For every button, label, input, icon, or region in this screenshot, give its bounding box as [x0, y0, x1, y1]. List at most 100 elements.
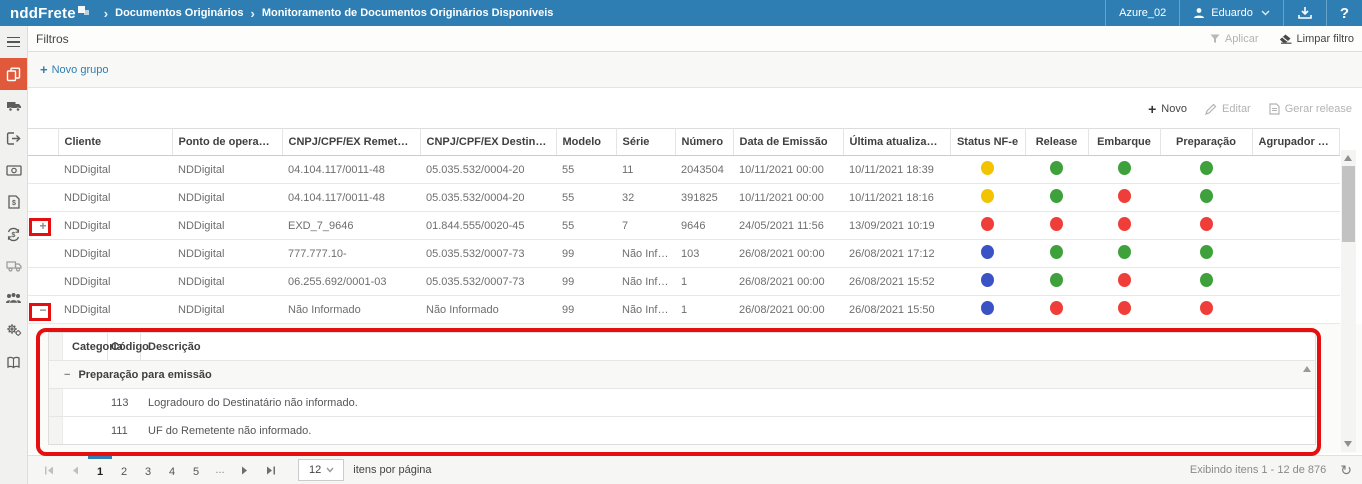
column-header-ponto[interactable]: Ponto de operação	[172, 129, 282, 156]
detail-row[interactable]: 113 Logradouro do Destinatário não infor…	[49, 389, 1315, 417]
user-menu[interactable]: Eduardo	[1179, 0, 1283, 26]
column-header-numero[interactable]: Número	[675, 129, 733, 156]
documents-table: Cliente Ponto de operação CNPJ/CPF/EX Re…	[28, 128, 1340, 324]
embarque-dot	[1118, 217, 1131, 231]
page-button-2[interactable]: 2	[112, 456, 136, 484]
detail-header-row: Categoria Código Descrição	[49, 333, 1315, 361]
table-row[interactable]: NDDigitalNDDigital 777.777.10-05.035.532…	[28, 240, 1340, 268]
download-button[interactable]	[1283, 0, 1326, 26]
sidebar-item-payments[interactable]	[0, 154, 27, 186]
release-dot	[1050, 273, 1063, 287]
first-page-icon	[44, 466, 54, 475]
pagination-bar: 1 2 3 4 5 ... 12 itens	[28, 455, 1362, 484]
column-header-status-nfe[interactable]: Status NF-e	[950, 129, 1025, 156]
apply-filter-button[interactable]: Aplicar	[1210, 33, 1259, 45]
app-logo[interactable]: nddFrete	[0, 5, 104, 22]
table-row[interactable]: NDDigitalNDDigital 04.104.117/0011-4805.…	[28, 156, 1340, 184]
table-row-expanded[interactable]: − NDDigitalNDDigital Não InformadoNão In…	[28, 296, 1340, 324]
column-header-atualizacao[interactable]: Última atualização↓	[843, 129, 950, 156]
table-row[interactable]: NDDigitalNDDigital 06.255.692/0001-0305.…	[28, 268, 1340, 296]
next-page-button[interactable]	[232, 456, 258, 484]
truck-icon	[6, 100, 22, 112]
delivery-truck-icon	[6, 260, 22, 272]
release-dot	[1050, 301, 1063, 315]
detail-group-row[interactable]: − Preparação para emissão	[49, 361, 1315, 389]
expand-column-header	[28, 129, 58, 156]
prev-page-icon	[71, 466, 79, 475]
new-record-button[interactable]: + Novo	[1148, 101, 1187, 117]
release-dot	[1050, 217, 1063, 231]
chevron-down-icon	[323, 466, 337, 474]
generate-release-button[interactable]: Gerar release	[1269, 103, 1352, 115]
detail-table: Categoria Código Descrição − Preparação …	[48, 332, 1316, 445]
column-header-serie[interactable]: Série	[616, 129, 675, 156]
detail-row[interactable]: 111 UF do Remetente não informado.	[49, 417, 1315, 445]
user-icon	[1193, 7, 1205, 19]
plus-icon: +	[1148, 101, 1156, 117]
status-nfe-dot	[981, 161, 994, 175]
page-button-3[interactable]: 3	[136, 456, 160, 484]
sidebar-item-export[interactable]	[0, 122, 27, 154]
sidebar-item-freight[interactable]	[0, 90, 27, 122]
user-name: Eduardo	[1211, 7, 1253, 19]
clear-filter-button[interactable]: Limpar filtro	[1279, 33, 1354, 45]
pencil-icon	[1205, 103, 1217, 115]
page-size-select[interactable]: 12	[298, 459, 344, 481]
sidebar-item-delivery[interactable]	[0, 250, 27, 282]
last-page-icon	[266, 466, 276, 475]
row-expand-button[interactable]: +	[39, 219, 46, 233]
scroll-up-arrow-icon[interactable]	[1344, 155, 1352, 161]
column-header-emissao[interactable]: Data de Emissão	[733, 129, 843, 156]
page-ellipsis: ...	[208, 464, 232, 476]
table-row[interactable]: + NDDigitalNDDigital EXD_7_964601.844.55…	[28, 212, 1340, 240]
document-icon	[1269, 103, 1280, 115]
sidebar-menu-toggle[interactable]	[0, 26, 27, 58]
refresh-icon[interactable]: ↻	[1340, 462, 1352, 479]
table-row[interactable]: NDDigitalNDDigital 04.104.117/0011-4805.…	[28, 184, 1340, 212]
page-button-1[interactable]: 1	[88, 456, 112, 484]
first-page-button[interactable]	[36, 456, 62, 484]
new-group-button[interactable]: + Novo grupo	[40, 62, 108, 77]
sidebar-item-users[interactable]	[0, 282, 27, 314]
sidebar-item-financial-exchange[interactable]: $	[0, 218, 27, 250]
detail-group-label: Preparação para emissão	[78, 369, 211, 381]
row-collapse-button[interactable]: −	[39, 303, 46, 317]
column-header-embarque[interactable]: Embarque	[1088, 129, 1160, 156]
sidebar-item-settings[interactable]	[0, 314, 27, 346]
prev-page-button[interactable]	[62, 456, 88, 484]
column-header-cliente[interactable]: Cliente	[58, 129, 172, 156]
column-header-destinatario[interactable]: CNPJ/CPF/EX Destinatário	[420, 129, 556, 156]
detail-column-codigo: Código	[108, 333, 141, 360]
menu-icon	[7, 37, 20, 48]
page-button-4[interactable]: 4	[160, 456, 184, 484]
embarque-dot	[1118, 301, 1131, 315]
detail-codigo: 111	[108, 417, 141, 444]
app-window: nddFrete › Documentos Originários › Moni…	[0, 0, 1362, 484]
column-header-modelo[interactable]: Modelo	[556, 129, 616, 156]
scrollbar-thumb[interactable]	[1342, 166, 1355, 242]
breadcrumb-item-documentos[interactable]: Documentos Originários	[115, 7, 243, 19]
embarque-dot	[1118, 273, 1131, 287]
invoice-dollar-icon: $	[8, 195, 20, 209]
last-page-button[interactable]	[258, 456, 284, 484]
filters-bar: Filtros Aplicar Limpar filtro	[28, 26, 1362, 52]
sidebar-item-documents[interactable]	[0, 58, 27, 90]
column-header-agrupador[interactable]: Agrupador cliente	[1252, 129, 1340, 156]
collapse-group-icon[interactable]: −	[64, 369, 70, 381]
preparacao-dot	[1200, 245, 1213, 259]
sidebar-item-logbook[interactable]	[0, 346, 27, 378]
svg-text:$: $	[12, 232, 16, 239]
sidebar-item-billing[interactable]: $	[0, 186, 27, 218]
next-page-icon	[241, 466, 249, 475]
help-button[interactable]: ?	[1326, 0, 1362, 26]
detail-scroll-up-icon[interactable]	[1303, 366, 1311, 372]
funnel-icon	[1210, 34, 1220, 44]
grid-vertical-scrollbar[interactable]	[1341, 150, 1356, 452]
scroll-down-arrow-icon[interactable]	[1344, 441, 1352, 447]
environment-label[interactable]: Azure_02	[1105, 0, 1179, 26]
column-header-remetente[interactable]: CNPJ/CPF/EX Remetente	[282, 129, 420, 156]
edit-record-button[interactable]: Editar	[1205, 103, 1251, 115]
column-header-preparacao[interactable]: Preparação	[1160, 129, 1252, 156]
column-header-release[interactable]: Release	[1025, 129, 1088, 156]
page-button-5[interactable]: 5	[184, 456, 208, 484]
